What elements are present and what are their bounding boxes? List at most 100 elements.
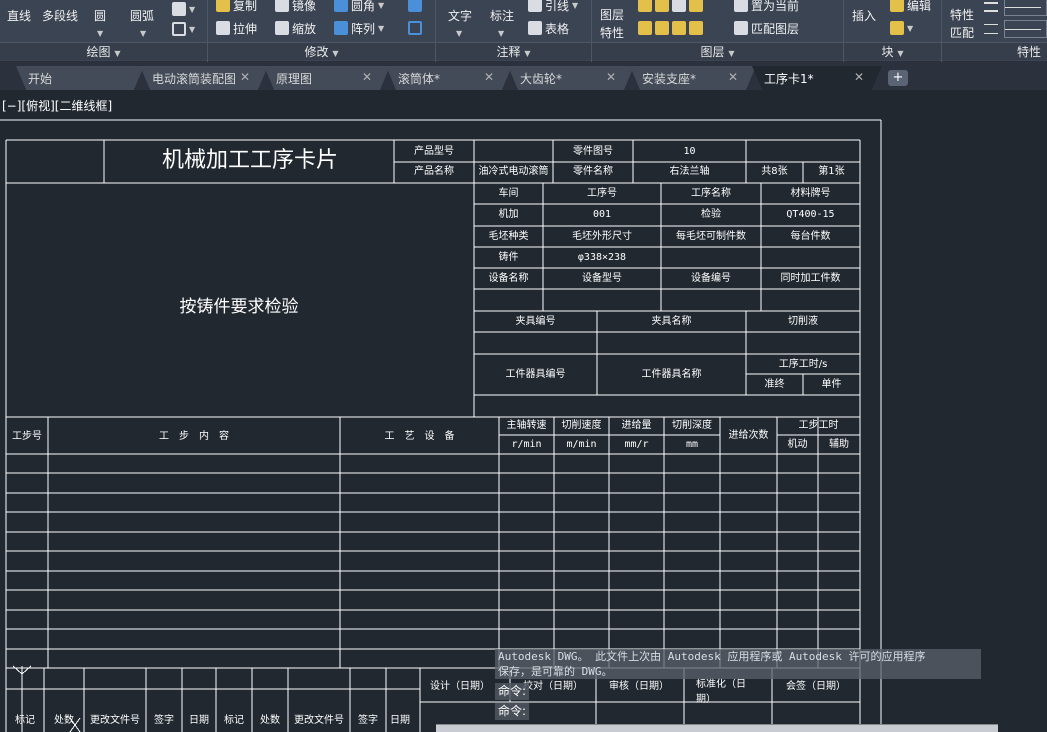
tab-mounting-bracket[interactable]: 安装支座* ✕	[630, 66, 756, 90]
new-tab-button[interactable]: +	[888, 70, 908, 86]
revision-header-6: 处数	[260, 715, 280, 726]
array-icon	[334, 21, 348, 35]
circle-dropdown-icon[interactable]: ▼	[97, 24, 103, 42]
layer-tools-row-2[interactable]	[638, 19, 703, 37]
part-name-label: 零件名称	[573, 166, 613, 177]
tab-schematic[interactable]: 原理图 ✕	[264, 66, 390, 90]
draw-panel: 直线 多段线 圆 ▼ 圆弧 ▼ ▼ ▼ 绘图 ▼	[0, 0, 208, 62]
close-icon[interactable]: ✕	[854, 70, 864, 84]
draw-panel-title[interactable]: 绘图 ▼	[0, 42, 207, 60]
tab-large-gear[interactable]: 大齿轮* ✕	[508, 66, 634, 90]
close-icon[interactable]: ✕	[606, 70, 616, 84]
info-cell-r4-c1: 设备型号	[582, 273, 622, 284]
step-content-header: 工 步 内 容	[159, 431, 229, 442]
layers-panel-title[interactable]: 图层 ▼	[592, 42, 843, 60]
text-dropdown-icon[interactable]: ▼	[456, 24, 462, 42]
edit-block-button[interactable]: 编辑	[890, 0, 931, 14]
polyline-button[interactable]: 多段线	[42, 6, 78, 24]
arc-button[interactable]: 圆弧	[130, 6, 154, 24]
edit-polyline-icon[interactable]	[408, 19, 422, 37]
tab-process-card-label: 工序卡1*	[764, 72, 814, 86]
revision-header-7: 更改文件号	[294, 715, 344, 726]
block-panel-title[interactable]: 块 ▼	[844, 42, 941, 60]
annotation-panel-title[interactable]: 注释 ▼	[436, 42, 591, 60]
feed-unit: mm/r	[624, 439, 649, 450]
stretch-button[interactable]: 拉伸	[216, 19, 257, 37]
info-cell-r0-c3: 材料牌号	[790, 188, 831, 199]
machine-time-header: 机动	[787, 439, 808, 450]
close-icon[interactable]: ✕	[484, 70, 494, 84]
close-icon[interactable]: ✕	[240, 70, 250, 84]
match-properties-label-1: 特性	[950, 8, 975, 22]
mirror-button[interactable]: 镜像	[275, 0, 316, 14]
fillet-button[interactable]: 圆角 ▼	[334, 0, 384, 14]
total-sheets: 共8张	[761, 166, 788, 177]
insert-button[interactable]: 插入	[852, 6, 876, 24]
scale-label: 缩放	[292, 21, 317, 36]
circle-button[interactable]: 圆	[94, 6, 106, 24]
annotation-panel: 文字 ▼ 标注 ▼ 引线 ▼ 表格 注释 ▼	[436, 0, 592, 62]
array-button[interactable]: 阵列 ▼	[334, 19, 384, 37]
tab-process-card[interactable]: 工序卡1* ✕	[752, 66, 882, 90]
info-cell-r1-c2: 检验	[701, 209, 721, 220]
command-prompt-2: 命令:	[495, 703, 530, 720]
scale-button[interactable]: 缩放	[275, 19, 316, 37]
copy-button[interactable]: 复制	[216, 0, 257, 14]
spindle-speed-header: 主轴转速	[506, 420, 547, 431]
info-cell-r2-c3: 每台件数	[790, 231, 831, 242]
info-cell-r4-c0: 设备名称	[488, 273, 529, 284]
circle-label: 圆	[94, 8, 107, 23]
rectangle-icon[interactable]: ▼	[172, 20, 195, 38]
text-label: 文字	[448, 8, 473, 23]
table-button[interactable]: 表格	[528, 19, 569, 37]
close-icon[interactable]: ✕	[362, 70, 372, 84]
match-properties-label-2: 匹配	[950, 26, 975, 40]
cutting-speed-header: 切削速度	[561, 420, 602, 431]
step-time-header: 工步工时	[798, 420, 839, 431]
revision-header-8: 签字	[358, 715, 378, 726]
hatch-icon[interactable]: ▼	[172, 0, 195, 18]
tab-drum-assembly[interactable]: 电动滚筒装配图 ✕	[140, 66, 268, 90]
info-cell-r0-c1: 工序号	[587, 188, 617, 199]
leader-icon	[528, 0, 542, 12]
linetype-dropdown[interactable]	[1004, 20, 1047, 38]
line-button[interactable]: 直线	[7, 6, 31, 24]
linetype-icon[interactable]	[984, 20, 998, 38]
copy-label: 复制	[233, 0, 258, 13]
array-label: 阵列	[351, 21, 376, 36]
lineweight-dropdown[interactable]	[1004, 0, 1047, 16]
layer-tools-row-1[interactable]	[638, 0, 703, 14]
tab-drum-body[interactable]: 滚筒体* ✕	[386, 66, 512, 90]
arc-dropdown-icon[interactable]: ▼	[140, 24, 146, 42]
draw-title: 绘图	[86, 45, 111, 59]
close-icon[interactable]: ✕	[728, 70, 738, 84]
revision-header-1: 处数	[54, 715, 74, 726]
set-current-button[interactable]: 置为当前	[734, 0, 799, 14]
erase-icon[interactable]	[408, 0, 422, 14]
leader-button[interactable]: 引线 ▼	[528, 0, 578, 14]
text-button[interactable]: 文字	[448, 6, 472, 24]
info-cell-r4-c3: 同时加工件数	[780, 273, 841, 284]
match-properties-button[interactable]: 特性 匹配	[950, 6, 974, 42]
block-attribute-icon[interactable]: ▼	[890, 19, 913, 37]
info-cell-r3-c1: φ338×238	[577, 252, 627, 263]
info-cell-r3-c2	[661, 248, 761, 268]
dimension-button[interactable]: 标注	[490, 6, 514, 24]
list-icon[interactable]	[984, 0, 998, 16]
ribbon: 直线 多段线 圆 ▼ 圆弧 ▼ ▼ ▼ 绘图 ▼ 复制 镜像 圆角 ▼ 拉伸 缩放…	[0, 0, 1047, 62]
properties-panel-title[interactable]: 特性	[942, 42, 1047, 60]
mirror-label: 镜像	[292, 0, 317, 13]
standard-date-label: 标准化（日	[696, 679, 746, 690]
dimension-dropdown-icon[interactable]: ▼	[498, 24, 504, 42]
scale-icon	[275, 21, 289, 35]
tab-start[interactable]: 开始	[16, 66, 144, 90]
modify-title: 修改	[304, 45, 329, 59]
dimension-label: 标注	[490, 8, 515, 23]
polyline-label: 多段线	[42, 8, 79, 23]
layer-properties-button[interactable]: 图层 特性	[600, 6, 624, 42]
match-layer-button[interactable]: 匹配图层	[734, 19, 799, 37]
cut-depth-header: 切削深度	[672, 420, 712, 431]
command-input[interactable]	[436, 724, 998, 732]
drawing-canvas[interactable]: 机械加工工序卡片 产品型号 零件图号 10 产品名称 油冷式电动滚筒 零件名称 …	[0, 90, 1047, 732]
modify-panel-title[interactable]: 修改 ▼	[208, 42, 435, 60]
